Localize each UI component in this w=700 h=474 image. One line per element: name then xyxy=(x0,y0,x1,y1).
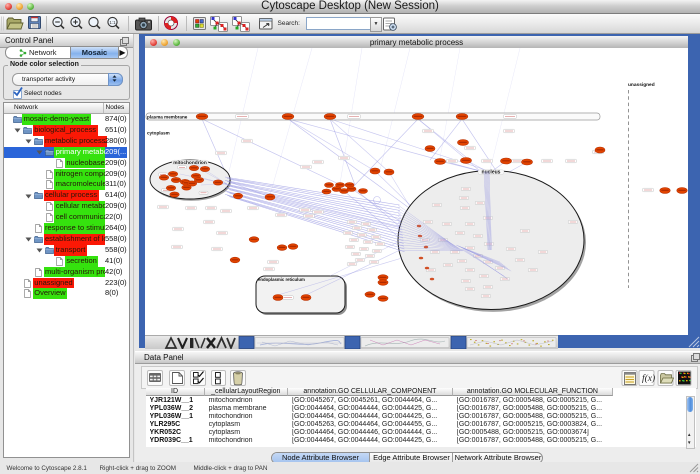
svg-text:mitochondrion: mitochondrion xyxy=(173,160,207,166)
svg-text:nucleus: nucleus xyxy=(482,170,501,176)
svg-text:f(x): f(x) xyxy=(642,373,655,384)
svg-text:unassigned: unassigned xyxy=(628,82,655,88)
svg-text:1:1: 1:1 xyxy=(109,20,116,25)
svg-text:endoplasmic reticulum: endoplasmic reticulum xyxy=(258,277,305,282)
svg-text:cytoplasm: cytoplasm xyxy=(147,131,170,136)
svg-text:plasma membrane: plasma membrane xyxy=(147,114,188,119)
